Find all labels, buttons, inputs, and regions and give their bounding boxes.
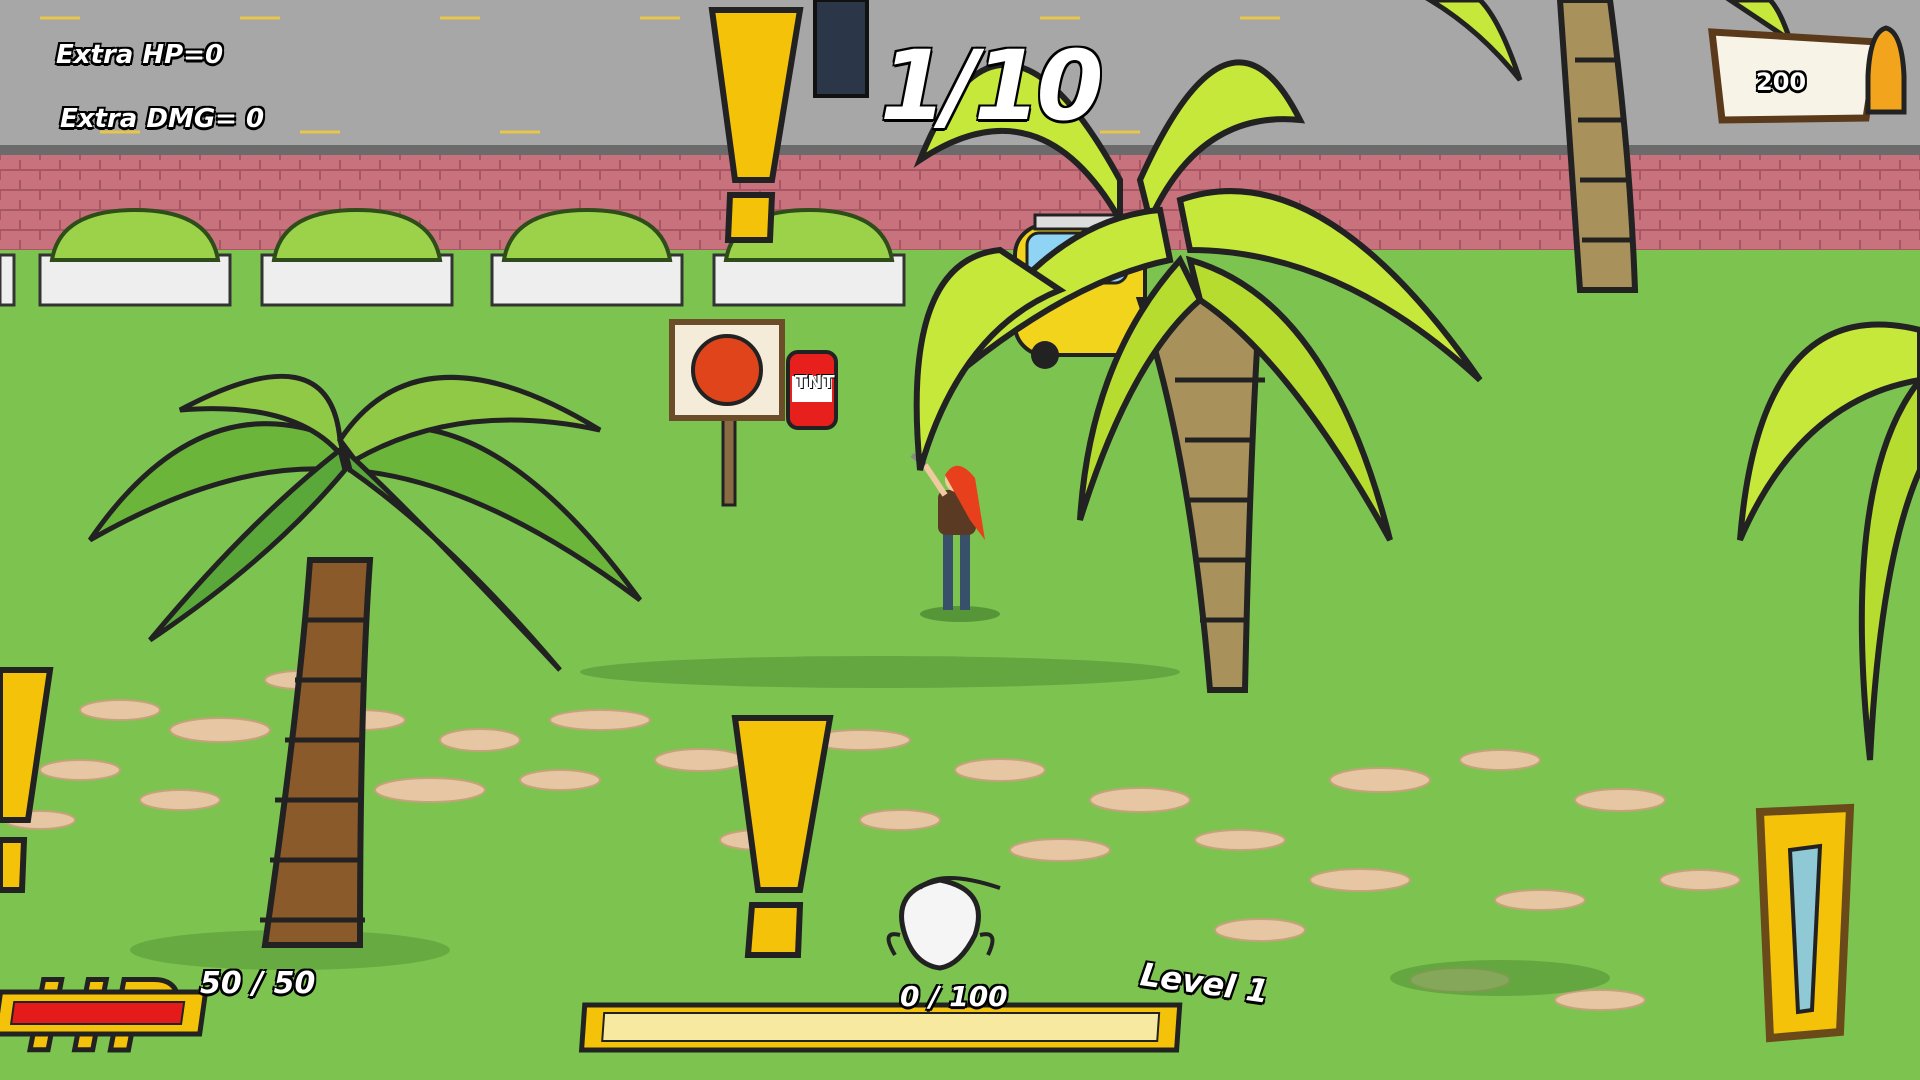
- extra-hp-label: Extra HP=0: [56, 40, 224, 70]
- wave-counter: 1/10: [880, 30, 1103, 142]
- weapon-slot[interactable]: [1755, 803, 1855, 1043]
- game-world: HP: [0, 0, 1920, 1080]
- coin-panel: [1708, 25, 1907, 124]
- wave-banner: [813, 0, 869, 98]
- hp-panel: HP: [0, 959, 209, 1076]
- coin-count: 200: [1756, 68, 1807, 96]
- tnt-label: TNT: [795, 372, 835, 393]
- hp-bar-fill: [9, 1001, 186, 1025]
- bullet-icon: [1865, 25, 1907, 115]
- xp-bar-track: [601, 1012, 1161, 1042]
- extra-dmg-label: Extra DMG= 0: [60, 104, 265, 134]
- xp-panel: [578, 1002, 1183, 1053]
- xp-value: 0 / 100: [900, 980, 1008, 1013]
- game-scene: HP: [0, 0, 1920, 1080]
- hp-value: 50 / 50: [200, 966, 316, 1001]
